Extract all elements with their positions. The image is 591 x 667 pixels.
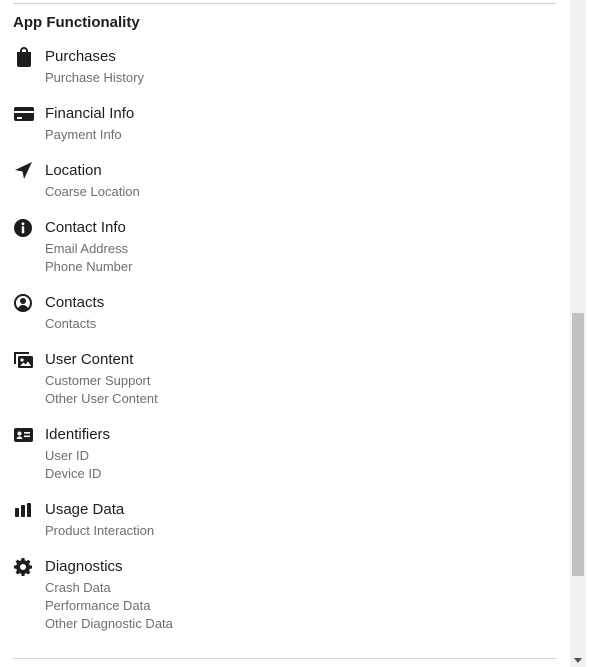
category-item-list: Product Interaction bbox=[45, 522, 154, 540]
category-item-list: Crash Data Performance Data Other Diagno… bbox=[45, 579, 173, 633]
vertical-scrollbar[interactable] bbox=[570, 0, 586, 667]
location-arrow-icon bbox=[13, 161, 35, 181]
category-item: Customer Support bbox=[45, 373, 151, 388]
category-name: Financial Info bbox=[45, 105, 135, 122]
category-item: Email Address bbox=[45, 241, 129, 256]
category-item-list: Coarse Location bbox=[45, 183, 140, 201]
category-item: Product Interaction bbox=[45, 523, 155, 538]
photo-stack-icon bbox=[13, 350, 35, 370]
category-item: Payment Info bbox=[45, 127, 122, 142]
category-item: Purchase History bbox=[45, 70, 144, 85]
category-name: User Content bbox=[45, 351, 134, 368]
category-item-list: Payment Info bbox=[45, 126, 122, 144]
gear-icon bbox=[13, 557, 35, 577]
category-item: Phone Number bbox=[45, 259, 133, 274]
section-divider-top bbox=[13, 3, 556, 4]
shopping-bag-icon bbox=[13, 47, 35, 67]
category-item-list: Contacts bbox=[45, 315, 96, 333]
category-item-list: User ID Device ID bbox=[45, 447, 101, 483]
info-circle-icon bbox=[13, 218, 35, 238]
bar-chart-icon bbox=[13, 500, 35, 520]
category-item: Crash Data bbox=[45, 580, 111, 595]
privacy-panel: App Functionality Purchases Purchase His… bbox=[0, 0, 591, 667]
category-item: Coarse Location bbox=[45, 184, 140, 199]
category-item: Contacts bbox=[45, 316, 97, 331]
scrollbar-thumb[interactable] bbox=[572, 313, 584, 576]
category-name: Contact Info bbox=[45, 219, 126, 236]
privacy-content: App Functionality Purchases Purchase His… bbox=[0, 0, 570, 667]
category-item-list: Purchase History bbox=[45, 69, 144, 87]
section-title: App Functionality bbox=[13, 14, 140, 31]
category-item: Performance Data bbox=[45, 598, 151, 613]
person-circle-icon bbox=[13, 293, 35, 313]
category-name: Identifiers bbox=[45, 426, 111, 443]
category-item: Other Diagnostic Data bbox=[45, 616, 173, 631]
category-name: Contacts bbox=[45, 294, 105, 311]
category-item-list: Customer Support Other User Content bbox=[45, 372, 158, 408]
category-item: Other User Content bbox=[45, 391, 158, 406]
category-name: Diagnostics bbox=[45, 558, 123, 575]
category-item: User ID bbox=[45, 448, 90, 463]
scroll-down-arrow-icon[interactable] bbox=[573, 652, 583, 663]
category-name: Location bbox=[45, 162, 102, 179]
category-name: Purchases bbox=[45, 48, 116, 65]
section-divider-bottom bbox=[13, 658, 556, 659]
category-item-list: Email Address Phone Number bbox=[45, 240, 132, 276]
credit-card-icon bbox=[13, 104, 35, 124]
id-card-icon bbox=[13, 425, 35, 445]
category-item: Device ID bbox=[45, 466, 102, 481]
category-name: Usage Data bbox=[45, 501, 125, 518]
